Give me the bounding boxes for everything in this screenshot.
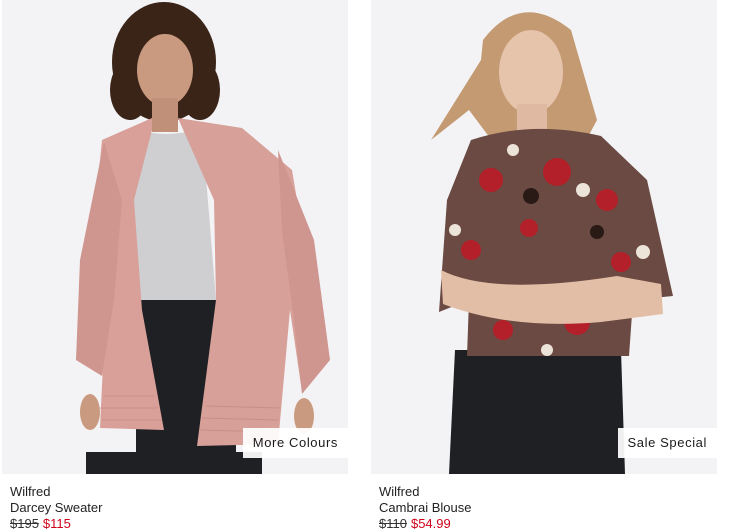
original-price: $110 (379, 516, 407, 531)
sale-special-tag[interactable]: Sale Special (617, 428, 717, 458)
product-info: Wilfred Darcey Sweater $195 $115 (10, 484, 102, 532)
original-price: $195 (10, 516, 39, 531)
more-colours-tag[interactable]: More Colours (242, 428, 348, 458)
product-name-link[interactable]: Cambrai Blouse (379, 500, 472, 516)
product-brand: Wilfred (10, 484, 51, 499)
model-photo-blouse (431, 12, 673, 474)
sale-price: $54.99 (410, 516, 451, 531)
product-brand: Wilfred (379, 484, 420, 499)
model-photo-sweater (76, 2, 330, 474)
product-name-link[interactable]: Darcey Sweater (10, 500, 102, 516)
product-image-darcey-sweater[interactable]: More Colours (2, 0, 348, 474)
product-card-cambrai-blouse[interactable]: Sale Special Wilfred Cambrai Blouse $110… (371, 0, 717, 532)
product-card-darcey-sweater[interactable]: More Colours Wilfred Darcey Sweater $195… (2, 0, 348, 532)
product-image-cambrai-blouse[interactable]: Sale Special (371, 0, 717, 474)
product-info: Wilfred Cambrai Blouse $110 $54.99 (379, 484, 472, 532)
sale-price: $115 (42, 516, 71, 531)
